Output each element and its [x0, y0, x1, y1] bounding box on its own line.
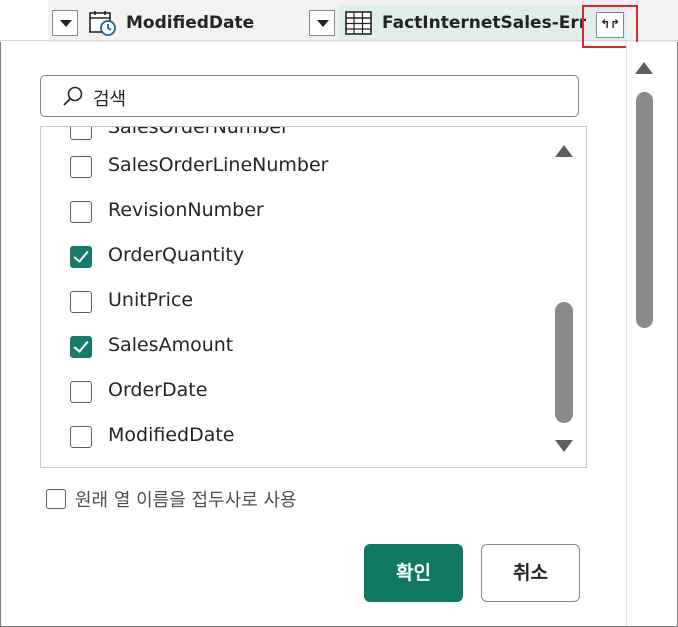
- column-header-modifieddate: ModifiedDate: [126, 13, 255, 33]
- checkbox[interactable]: [70, 201, 92, 223]
- column-checkbox-list: SalesOrderNumber SalesOrderLineNumber Re…: [40, 126, 587, 468]
- checkbox[interactable]: [70, 291, 92, 313]
- search-placeholder: 검색: [93, 89, 127, 110]
- chevron-down-icon: [317, 20, 329, 27]
- list-item[interactable]: OrderQuantity: [41, 237, 541, 277]
- list-item[interactable]: OrderDate: [41, 372, 541, 412]
- list-item[interactable]: SalesOrderLineNumber: [41, 147, 541, 187]
- scrollbar-thumb[interactable]: [636, 92, 653, 328]
- previous-column-dropdown-button[interactable]: [52, 10, 78, 36]
- list-scrollbar-thumb[interactable]: [555, 302, 573, 423]
- checkbox[interactable]: [70, 156, 92, 178]
- query-column-dropdown-button[interactable]: [309, 10, 335, 36]
- list-item[interactable]: RevisionNumber: [41, 192, 541, 232]
- checkbox[interactable]: [70, 426, 92, 448]
- scroll-up-arrow-icon[interactable]: [635, 62, 653, 74]
- list-item[interactable]: ModifiedDate: [41, 417, 541, 457]
- column-header-query-name: FactInternetSales-Error: [382, 13, 586, 33]
- ok-button[interactable]: 확인: [364, 544, 463, 602]
- use-original-name-prefix-label: 원래 열 이름을 접두사로 사용: [75, 490, 297, 511]
- checkbox[interactable]: [70, 127, 92, 140]
- use-original-name-prefix-checkbox[interactable]: [46, 489, 66, 509]
- checkbox-checked[interactable]: [70, 336, 92, 358]
- calendar-clock-icon: [88, 9, 118, 37]
- checkbox[interactable]: [70, 381, 92, 403]
- search-icon: [63, 86, 83, 106]
- checkbox-checked[interactable]: [70, 246, 92, 268]
- cancel-button[interactable]: 취소: [481, 544, 580, 602]
- list-scroll-up-arrow-icon[interactable]: [555, 145, 573, 157]
- search-input[interactable]: 검색: [40, 75, 579, 117]
- chevron-down-icon: [60, 20, 72, 27]
- table-icon: [344, 9, 374, 37]
- list-item[interactable]: UnitPrice: [41, 282, 541, 322]
- list-scroll-down-arrow-icon[interactable]: [555, 440, 573, 452]
- list-item[interactable]: SalesAmount: [41, 327, 541, 367]
- column-header-strip: ModifiedDate FactInternetSales-Error ↰↱: [0, 0, 678, 42]
- list-item[interactable]: SalesOrderNumber: [41, 127, 541, 149]
